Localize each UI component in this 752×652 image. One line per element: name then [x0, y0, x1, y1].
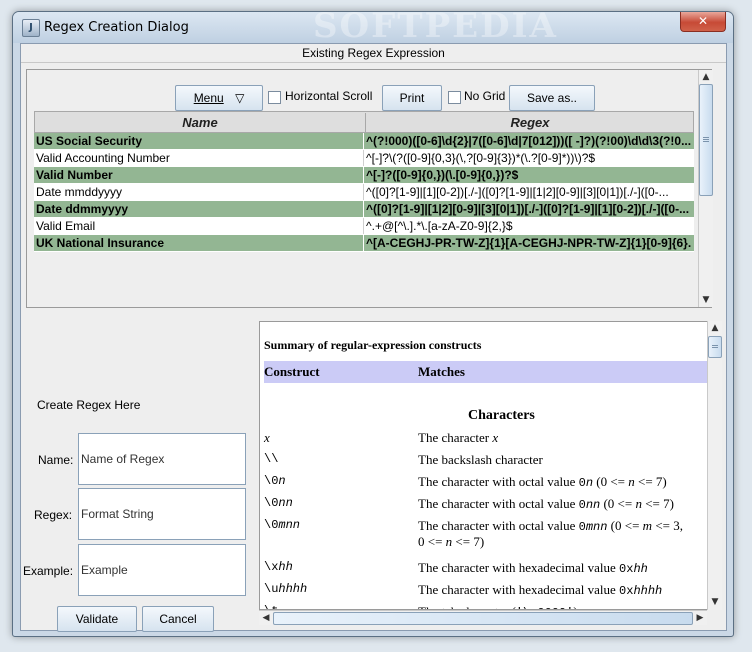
- dialog-content: Existing Regex Expression Menu ▽ Horizon…: [20, 43, 727, 632]
- print-button[interactable]: Print: [382, 85, 442, 111]
- close-window-button[interactable]: ✕: [680, 12, 726, 32]
- row-regex: ^[A-CEGHJ-PR-TW-Z]{1}[A-CEGHJ-NPR-TW-Z]{…: [366, 236, 692, 250]
- reference-row: x The character x: [264, 430, 499, 445]
- no-grid-checkbox[interactable]: [448, 91, 461, 104]
- reference-table-header: Construct Matches: [264, 361, 708, 383]
- column-header-name[interactable]: Name: [35, 113, 366, 132]
- regex-label: Regex:: [34, 508, 73, 522]
- characters-section-heading: Characters: [468, 408, 535, 423]
- example-field[interactable]: Example: [78, 544, 246, 596]
- existing-regex-panel: Menu ▽ Horizontal Scroll Print No Grid S…: [26, 69, 713, 308]
- name-field[interactable]: Name of Regex: [78, 433, 246, 485]
- construct-column-header: Construct: [264, 364, 320, 379]
- dropdown-arrow-icon: ▽: [235, 91, 245, 105]
- cell-divider: [363, 167, 364, 183]
- regex-field[interactable]: Format String: [78, 488, 246, 540]
- reference-row: \\ The backslash character: [264, 452, 543, 467]
- no-grid-label: No Grid: [464, 89, 506, 103]
- reference-vertical-scrollbar[interactable]: ▲ ▼: [707, 321, 722, 610]
- table-row[interactable]: Date mmddyyyy ^([0]?[1-9]|[1][0-2])[./-](…: [34, 184, 694, 201]
- reference-horizontal-scrollbar[interactable]: ◀ ▶: [259, 610, 707, 625]
- reference-title: Summary of regular-expression constructs: [264, 338, 482, 352]
- table-row[interactable]: Date ddmmyyyy ^([0]?[1-9]|[1|2][0-9]|[3][…: [34, 201, 694, 218]
- reference-row: \xhh The character with hexadecimal value…: [264, 560, 648, 576]
- table-row[interactable]: Valid Accounting Number ^[-]?\(?([0-9]{0,…: [34, 150, 694, 167]
- scrollbar-thumb[interactable]: [699, 84, 713, 196]
- row-name: Valid Accounting Number: [36, 151, 170, 165]
- cell-divider: [363, 218, 364, 234]
- cell-divider: [363, 184, 364, 200]
- scroll-down-icon[interactable]: ▼: [699, 293, 713, 307]
- scroll-right-icon[interactable]: ▶: [693, 611, 707, 625]
- row-regex: ^([0]?[1-9]|[1][0-2])[./-]([0]?[1-9]|[1|…: [366, 185, 669, 199]
- watermark-logo: SOFTPEDIA: [313, 11, 558, 46]
- matches-column-header: Matches: [418, 364, 465, 379]
- regex-reference-pane: Summary of regular-expression constructs…: [259, 321, 709, 610]
- horizontal-scroll-label: Horizontal Scroll: [285, 89, 373, 103]
- cell-divider: [363, 150, 364, 166]
- menu-button[interactable]: Menu ▽: [175, 85, 263, 111]
- example-label: Example:: [23, 564, 74, 578]
- row-regex: ^([0]?[1-9]|[1|2][0-9]|[3][0|1])[./-]([0…: [366, 202, 690, 216]
- column-header-regex[interactable]: Regex: [366, 113, 694, 132]
- example-field-value: Example: [81, 563, 128, 577]
- cell-divider: [363, 201, 364, 217]
- menu-button-label: Menu: [193, 91, 224, 105]
- table-row[interactable]: Valid Email ^.+@[^\.].*\.[a-zA-Z0-9]{2,}$: [34, 218, 694, 235]
- regex-field-value: Format String: [81, 507, 154, 521]
- row-regex: ^[-]?\(?([0-9]{0,3}(\,?[0-9]{3})*(\.?[0-…: [366, 151, 596, 165]
- row-name: US Social Security: [36, 134, 143, 148]
- save-as-button[interactable]: Save as..: [509, 85, 595, 111]
- reference-row: \0n The character with octal value 0n (0 …: [264, 474, 667, 490]
- table-header: Name Regex: [34, 111, 694, 133]
- window-title: Regex Creation Dialog: [44, 20, 189, 35]
- row-regex: ^[-]?([0-9]{0,})(\.[0-9]{0,})?$: [366, 168, 519, 182]
- section-header: Existing Regex Expression: [21, 44, 726, 63]
- cancel-button[interactable]: Cancel: [142, 606, 214, 632]
- row-regex: ^.+@[^\.].*\.[a-zA-Z0-9]{2,}$: [366, 219, 513, 233]
- table-row[interactable]: US Social Security ^(?!000)([0-6]\d{2}|7(…: [34, 133, 694, 150]
- create-regex-form: Create Regex Here Name: Name of Regex Re…: [21, 320, 257, 630]
- table-row[interactable]: UK National Insurance ^[A-CEGHJ-PR-TW-Z]{…: [34, 235, 694, 252]
- name-field-value: Name of Regex: [81, 452, 165, 466]
- name-label: Name:: [38, 453, 74, 467]
- row-name: UK National Insurance: [36, 236, 165, 250]
- scroll-up-icon[interactable]: ▲: [708, 321, 722, 335]
- form-heading: Create Regex Here: [37, 398, 141, 412]
- scroll-down-icon[interactable]: ▼: [708, 595, 722, 609]
- java-app-icon: J: [22, 19, 40, 37]
- horizontal-scroll-checkbox[interactable]: [268, 91, 281, 104]
- row-name: Valid Number: [36, 168, 113, 182]
- reference-row: \0nn The character with octal value 0nn (…: [264, 496, 674, 512]
- cell-divider: [363, 133, 364, 149]
- row-name: Date ddmmyyyy: [36, 202, 129, 216]
- scrollbar-thumb[interactable]: [708, 336, 722, 358]
- validate-button[interactable]: Validate: [57, 606, 137, 632]
- row-name: Valid Email: [36, 219, 96, 233]
- cell-divider: [363, 235, 364, 251]
- scroll-left-icon[interactable]: ◀: [259, 611, 273, 625]
- reference-row: \uhhhh The character with hexadecimal val…: [264, 582, 663, 598]
- row-regex: ^(?!000)([0-6]\d{2}|7([0-6]\d|7[012]))([…: [366, 134, 692, 148]
- table-vertical-scrollbar[interactable]: ▲ ▼: [698, 70, 713, 307]
- regex-table: Name Regex US Social Security ^(?!000)([0…: [34, 111, 694, 252]
- scrollbar-thumb[interactable]: [273, 612, 693, 625]
- reference-row: \0mnn The character with octal value 0mnn…: [264, 518, 683, 549]
- scroll-up-icon[interactable]: ▲: [699, 70, 713, 84]
- row-name: Date mmddyyyy: [36, 185, 123, 199]
- regex-dialog-window: J Regex Creation Dialog SOFTPEDIA ✕ Exis…: [12, 11, 734, 637]
- title-bar[interactable]: J Regex Creation Dialog SOFTPEDIA ✕: [13, 11, 733, 46]
- table-row[interactable]: Valid Number ^[-]?([0-9]{0,})(\.[0-9]{0,}…: [34, 167, 694, 184]
